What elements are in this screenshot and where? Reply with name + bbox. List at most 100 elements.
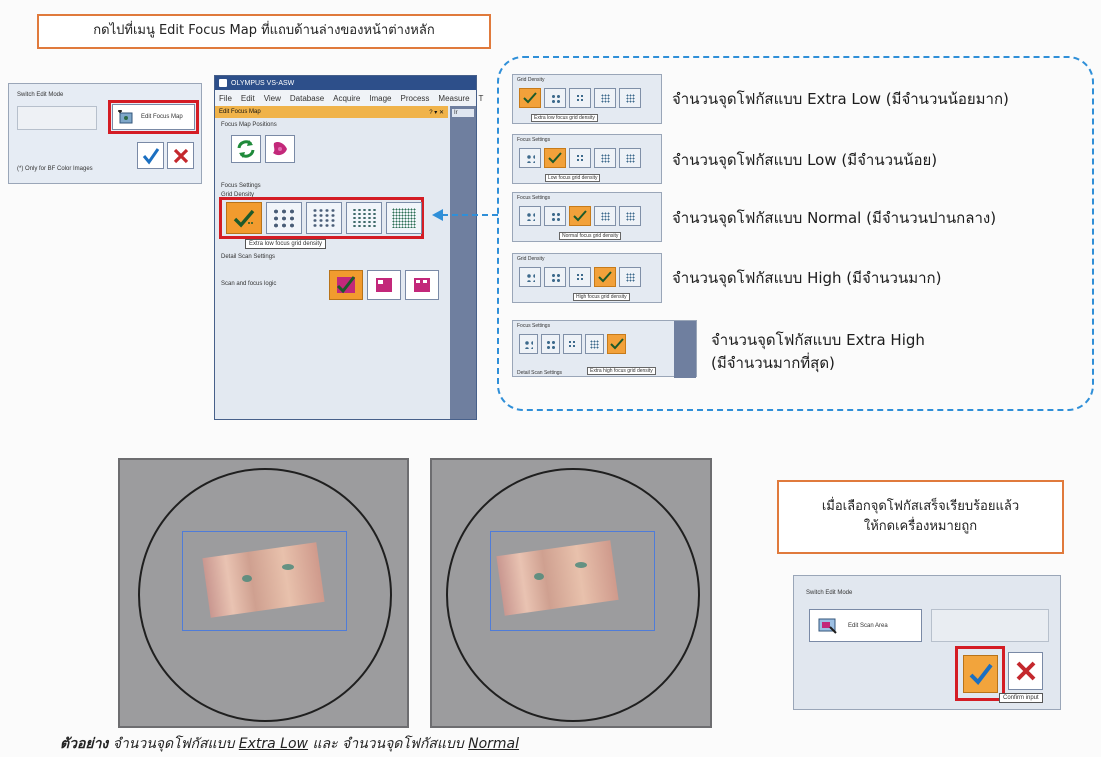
grid-density-highlight bbox=[219, 197, 424, 239]
focus-map-ghost-button bbox=[931, 609, 1049, 642]
scan-logic-option-2[interactable] bbox=[367, 270, 401, 300]
panel-title: Edit Focus Map bbox=[219, 109, 261, 115]
caption: ตัวอย่าง จำนวนจุดโฟกัสแบบ Extra Low และ … bbox=[60, 733, 519, 755]
grid-dots-icon bbox=[550, 211, 560, 221]
thumb-density-button bbox=[569, 267, 591, 287]
menu-database[interactable]: Database bbox=[290, 94, 324, 103]
scan-logic-option-3[interactable] bbox=[405, 270, 439, 300]
app-title: OLYMPUS VS-ASW bbox=[231, 79, 295, 87]
density-extra-low-button[interactable] bbox=[226, 202, 262, 234]
grid-dots-icon bbox=[272, 208, 296, 228]
density-thumb-extra-low: Grid Density Extra low focus grid density bbox=[512, 74, 662, 124]
caption-part1: จำนวนจุดโฟกัสแบบ bbox=[108, 736, 239, 752]
thumb-buttons bbox=[519, 334, 626, 354]
menu-process[interactable]: Process bbox=[401, 94, 430, 103]
grid-dots-icon bbox=[392, 208, 416, 228]
menu-more[interactable]: T bbox=[479, 94, 484, 103]
thumb-tooltip: Normal focus grid density bbox=[559, 232, 622, 240]
thumb-density-button bbox=[569, 88, 591, 108]
density-thumb-low: Focus Settings Low focus grid density bbox=[512, 134, 662, 184]
check-icon bbox=[233, 209, 255, 228]
menu-measure[interactable]: Measure bbox=[438, 94, 469, 103]
thumb-density-button bbox=[585, 334, 604, 354]
panel-controls[interactable]: ? ▾ ✕ bbox=[429, 109, 444, 116]
edit-scan-area-label: Edit Scan Area bbox=[848, 622, 888, 629]
thumb-density-button bbox=[569, 206, 591, 226]
caption-option2: Normal bbox=[468, 736, 520, 752]
clear-points-button[interactable] bbox=[265, 135, 295, 163]
confirm-button-small[interactable] bbox=[137, 142, 164, 169]
scan-logic-option-1[interactable] bbox=[329, 270, 363, 300]
check-icon bbox=[969, 663, 993, 686]
detail-scan-label: Detail Scan Settings bbox=[221, 254, 276, 260]
thumb-density-button bbox=[619, 148, 641, 168]
cancel-button[interactable] bbox=[1008, 652, 1043, 690]
density-high-button[interactable] bbox=[346, 202, 382, 234]
thumb-density-button bbox=[569, 148, 591, 168]
instruction-callout: กดไปที่เมนู Edit Focus Map ที่แถบด้านล่า… bbox=[37, 14, 491, 49]
grid-dots-icon bbox=[525, 211, 535, 221]
density-normal-button[interactable] bbox=[306, 202, 342, 234]
thumb-tooltip: Extra low focus grid density bbox=[531, 114, 598, 122]
refresh-button[interactable] bbox=[231, 135, 261, 163]
tissue-stain bbox=[575, 562, 587, 568]
density-extra-high-button[interactable] bbox=[386, 202, 422, 234]
confirm-button[interactable] bbox=[963, 655, 998, 693]
caption-option1: Extra Low bbox=[238, 736, 309, 752]
thumb-density-button bbox=[544, 206, 566, 226]
thumb-density-button bbox=[594, 206, 616, 226]
menu-file[interactable]: File bbox=[219, 94, 232, 103]
pointer-arrow bbox=[432, 209, 500, 221]
focus-settings-label: Focus Settings bbox=[221, 183, 261, 189]
edit-focus-map-button[interactable]: Edit Focus Map bbox=[112, 104, 195, 130]
edit-focus-map-label: Edit Focus Map bbox=[141, 114, 183, 120]
thumb-buttons bbox=[519, 148, 641, 168]
switch-edit-mode-panel: Switch Edit Mode Edit Focus Map (*) Only… bbox=[8, 83, 202, 184]
check-icon bbox=[523, 92, 537, 104]
thumb-density-button bbox=[544, 267, 566, 287]
grid-dots-icon bbox=[546, 339, 555, 349]
menu-edit[interactable]: Edit bbox=[241, 94, 255, 103]
close-icon bbox=[173, 148, 188, 163]
edit-focus-map-highlight: Edit Focus Map bbox=[108, 100, 199, 134]
menu-view[interactable]: View bbox=[264, 94, 281, 103]
grid-dots-icon bbox=[575, 153, 585, 163]
grid-dots-icon bbox=[352, 208, 376, 228]
bf-color-note: (*) Only for BF Color Images bbox=[17, 166, 93, 172]
confirm-panel: Switch Edit Mode Edit Scan Area Confirm … bbox=[793, 575, 1061, 710]
tissue-stain bbox=[534, 573, 544, 580]
thumb-buttons bbox=[519, 88, 641, 108]
edit-scan-area-button[interactable]: Edit Scan Area bbox=[809, 609, 922, 642]
density-thumb-high: Grid Density High focus grid density bbox=[512, 253, 662, 303]
check-icon bbox=[142, 147, 159, 164]
right-side-pane: Ir bbox=[450, 106, 476, 419]
grid-dots-icon bbox=[524, 339, 533, 349]
thumb-density-button bbox=[594, 88, 616, 108]
caption-prefix: ตัวอย่าง bbox=[60, 736, 109, 752]
menu-acquire[interactable]: Acquire bbox=[333, 94, 360, 103]
check-icon bbox=[573, 210, 587, 222]
scan-grid-icon bbox=[414, 278, 430, 292]
grid-density-buttons bbox=[226, 202, 426, 234]
grid-dots-icon bbox=[575, 272, 585, 282]
cancel-button-small[interactable] bbox=[167, 142, 194, 169]
focus-positions-label: Focus Map Positions bbox=[221, 122, 277, 128]
right-tab[interactable]: Ir bbox=[452, 109, 474, 117]
grid-dots-icon bbox=[525, 272, 535, 282]
thumb-density-button bbox=[563, 334, 582, 354]
grid-dots-icon bbox=[575, 93, 585, 103]
density-low-button[interactable] bbox=[266, 202, 302, 234]
confirm-highlight bbox=[955, 646, 1005, 701]
thumb-tooltip: High focus grid density bbox=[573, 293, 630, 301]
density-label-line1: จำนวนจุดโฟกัสแบบ Extra High bbox=[711, 331, 925, 349]
mode-label: Switch Edit Mode bbox=[17, 92, 64, 98]
menu-image[interactable]: Image bbox=[369, 94, 391, 103]
close-icon bbox=[1016, 661, 1035, 681]
thumb-density-button bbox=[594, 148, 616, 168]
density-label-low: จำนวนจุดโฟกัสแบบ Low (มีจำนวนน้อย) bbox=[672, 151, 938, 169]
grid-dots-icon bbox=[550, 272, 560, 282]
thumb-density-button bbox=[607, 334, 626, 354]
scan-mark-icon bbox=[376, 278, 392, 292]
thumb-density-button bbox=[519, 88, 541, 108]
sample-normal-image bbox=[430, 458, 712, 728]
